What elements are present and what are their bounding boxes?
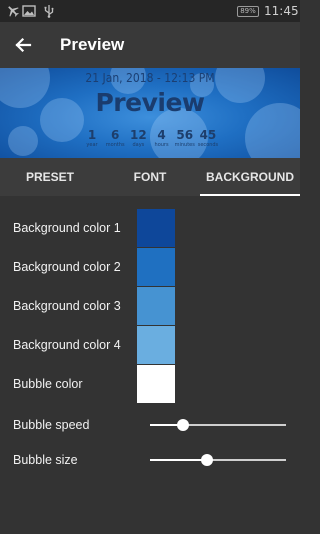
tab-font[interactable]: FONT [100, 158, 200, 196]
countdown-unit: days [132, 142, 145, 148]
bubble-speed-slider[interactable] [150, 419, 286, 431]
battery-indicator: 89% [237, 6, 259, 17]
countdown-value: 56 [176, 128, 194, 142]
image-icon [22, 4, 36, 18]
countdown-year: 1 year [81, 129, 103, 155]
countdown-unit: year [86, 142, 98, 148]
back-button[interactable] [10, 31, 38, 59]
countdown-value: 45 [199, 128, 217, 142]
background-color-2-label: Background color 2 [13, 260, 121, 274]
bubble-color-swatch[interactable] [137, 365, 175, 403]
countdown-unit: minutes [174, 142, 195, 148]
countdown-value: 4 [157, 128, 166, 142]
preview-title: Preview [95, 88, 205, 117]
app-bar: Preview [0, 22, 300, 68]
countdown-hours: 4 hours [151, 129, 173, 155]
countdown-unit: months [105, 142, 125, 148]
tab-bar: PRESET FONT BACKGROUND [0, 158, 300, 196]
bubble-size-slider[interactable] [150, 454, 286, 466]
background-color-4-swatch[interactable] [137, 326, 175, 364]
slider-thumb[interactable] [176, 419, 189, 431]
countdown-value: 1 [87, 128, 97, 142]
countdown-minutes: 56 minutes [174, 129, 196, 155]
background-color-2-swatch[interactable] [137, 248, 175, 286]
bubble-size-label: Bubble size [13, 453, 78, 467]
countdown-value: 12 [130, 128, 147, 142]
countdown-unit: seconds [197, 142, 219, 148]
countdown-months: 6 months [104, 129, 126, 155]
status-bar: 89% 11:45 [0, 0, 300, 22]
usb-icon [42, 4, 56, 18]
preview-date: 21 Jan, 2018 - 12:13 PM [85, 71, 215, 85]
page-title: Preview [60, 35, 125, 54]
countdown-value: 6 [111, 128, 120, 142]
status-time: 11:45 [264, 4, 299, 18]
preview-countdown: 1 year 6 months 12 days 4 hours 56 minut… [81, 129, 219, 155]
bubble-speed-label: Bubble speed [13, 418, 90, 432]
preview-banner: 21 Jan, 2018 - 12:13 PM Preview 1 year 6… [0, 68, 300, 158]
countdown-days: 12 days [127, 129, 149, 155]
bubble-color-label: Bubble color [13, 377, 83, 391]
countdown-unit: hours [154, 142, 169, 148]
tab-preset[interactable]: PRESET [0, 158, 100, 196]
slider-fill [150, 459, 208, 461]
countdown-seconds: 45 seconds [197, 129, 219, 155]
arrow-left-icon [15, 37, 32, 53]
background-color-1-label: Background color 1 [13, 221, 121, 235]
background-color-3-swatch[interactable] [137, 287, 175, 325]
background-color-4-label: Background color 4 [13, 338, 121, 352]
background-color-3-label: Background color 3 [13, 299, 121, 313]
tab-background[interactable]: BACKGROUND [200, 158, 300, 196]
active-tab-indicator [200, 194, 300, 196]
background-color-1-swatch[interactable] [137, 209, 175, 247]
airplane-icon [6, 4, 20, 18]
slider-thumb[interactable] [201, 454, 214, 466]
